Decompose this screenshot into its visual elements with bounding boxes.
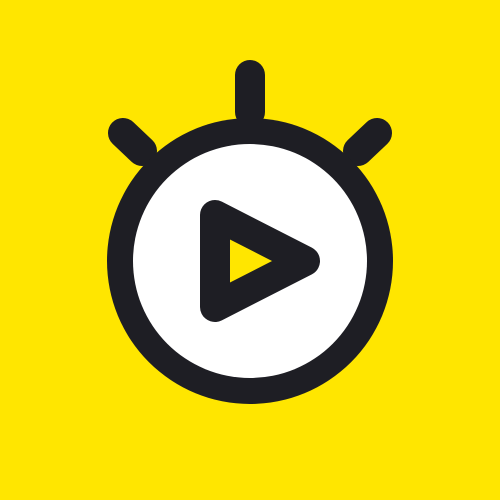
stopwatch-play-icon <box>0 0 500 500</box>
stopwatch-left-button <box>108 118 157 166</box>
stopwatch-right-button <box>343 118 392 166</box>
app-logo <box>0 0 500 500</box>
